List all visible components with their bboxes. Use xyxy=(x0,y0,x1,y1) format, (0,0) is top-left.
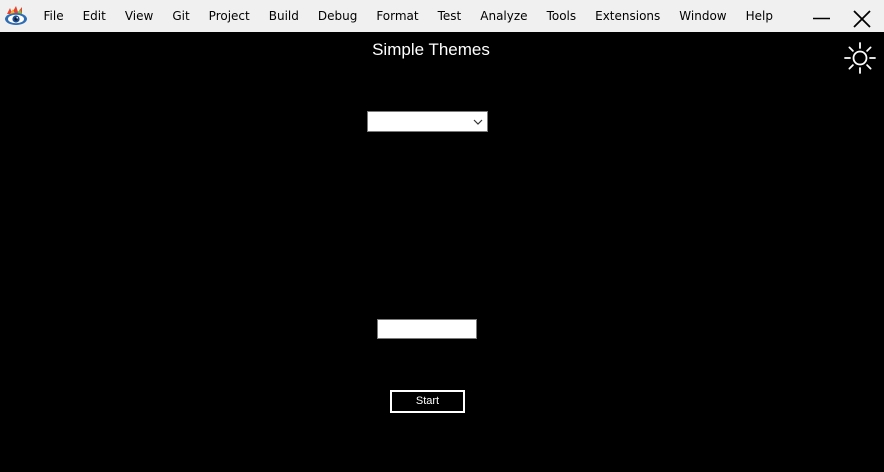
menu-item-test[interactable]: Test xyxy=(428,0,471,32)
theme-toggle-button[interactable] xyxy=(843,41,877,75)
theme-select[interactable] xyxy=(367,111,488,132)
menu-item-build[interactable]: Build xyxy=(259,0,308,32)
chevron-down-icon xyxy=(473,119,483,125)
menu-item-window[interactable]: Window xyxy=(670,0,736,32)
sun-icon xyxy=(844,42,876,74)
menu-item-format[interactable]: Format xyxy=(367,0,428,32)
menu-item-view[interactable]: View xyxy=(115,0,162,32)
menu-item-extensions[interactable]: Extensions xyxy=(586,0,670,32)
app-window: File Edit View Git Project Build Debug F… xyxy=(0,0,884,472)
menu-item-analyze[interactable]: Analyze xyxy=(471,0,537,32)
page-title: Simple Themes xyxy=(372,40,490,59)
start-button[interactable]: Start xyxy=(390,390,465,413)
main-content: Simple Themes Start xyxy=(0,32,884,472)
menu-bar: File Edit View Git Project Build Debug F… xyxy=(34,0,782,32)
menu-item-tools[interactable]: Tools xyxy=(537,0,586,32)
close-icon xyxy=(853,10,871,28)
menu-item-edit[interactable]: Edit xyxy=(73,0,115,32)
menu-item-debug[interactable]: Debug xyxy=(308,0,366,32)
eye-app-icon[interactable] xyxy=(4,5,28,27)
text-input[interactable] xyxy=(377,319,477,339)
menu-item-help[interactable]: Help xyxy=(736,0,782,32)
menu-item-git[interactable]: Git xyxy=(163,0,199,32)
close-button[interactable] xyxy=(842,0,882,32)
minimize-button[interactable] xyxy=(802,0,842,32)
menu-item-project[interactable]: Project xyxy=(199,0,259,32)
title-bar: File Edit View Git Project Build Debug F… xyxy=(0,0,884,32)
minimize-icon xyxy=(813,17,830,20)
menu-item-file[interactable]: File xyxy=(34,0,73,32)
